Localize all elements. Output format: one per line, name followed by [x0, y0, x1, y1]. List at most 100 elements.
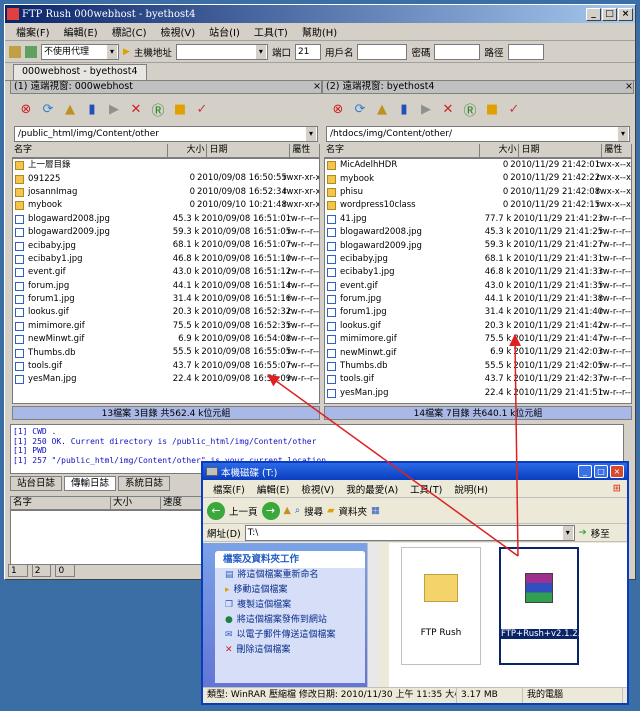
user-input[interactable]: [357, 43, 408, 60]
file-row[interactable]: wordpress10class 0 2010/11/29 21:42:15 rwx-…: [325, 199, 631, 212]
file-row[interactable]: forum1.jpg 31.4 k 2010/09/08 16:51:16 rw-r-…: [13, 293, 319, 306]
task-move[interactable]: ▸ 移動這個檔案: [215, 583, 365, 598]
file-row[interactable]: blogaward2009.jpg 59.3 k 2010/09/08 16:51:…: [13, 226, 319, 239]
menu-tools[interactable]: 工具(T): [247, 24, 295, 39]
maximize-button[interactable]: □: [602, 7, 617, 21]
col-name[interactable]: 名字: [324, 144, 480, 157]
file-row[interactable]: lookus.gif 20.3 k 2010/11/29 21:41:42 rw-r-…: [325, 320, 631, 333]
file-row[interactable]: tools.gif 43.7 k 2010/11/29 21:42:37 rw-r--…: [325, 373, 631, 386]
maximize-button[interactable]: □: [594, 465, 608, 478]
menu-edit[interactable]: 編輯(E): [57, 24, 105, 39]
bookmark-icon[interactable]: ▮: [82, 99, 102, 119]
go-button[interactable]: 移至: [591, 526, 610, 540]
file-row[interactable]: 上一層目錄: [13, 159, 319, 172]
col-size[interactable]: 大小: [480, 144, 520, 157]
task-delete[interactable]: ✕ 刪除這個檔案: [215, 643, 365, 658]
file-row[interactable]: 091225 0 2010/09/08 16:50:55 rwxr-xr-x: [13, 172, 319, 185]
queue-icon[interactable]: ✓: [192, 99, 212, 119]
file-row[interactable]: MicAdelhHDR 0 2010/11/29 21:42:01 rwx-x--x: [325, 159, 631, 172]
col-size[interactable]: 大小: [168, 144, 208, 157]
file-row[interactable]: ecibaby1.jpg 46.8 k 2010/09/08 16:51:10 rw-…: [13, 253, 319, 266]
col-date[interactable]: 日期: [207, 144, 291, 157]
file-row[interactable]: event.gif 43.0 k 2010/11/29 21:41:35 rw-r--…: [325, 280, 631, 293]
right-path-input[interactable]: /htdocs/img/Content/other/: [326, 126, 630, 142]
port-input[interactable]: 21: [294, 43, 321, 60]
file-row[interactable]: event.gif 43.0 k 2010/09/08 16:51:12 rw-r--…: [13, 266, 319, 279]
file-row[interactable]: ecibaby.jpg 68.1 k 2010/11/29 21:41:31 rw-r…: [325, 253, 631, 266]
session-tab[interactable]: 000webhost - byethost4: [13, 64, 147, 80]
menu-favorites[interactable]: 我的最愛(A): [340, 482, 404, 496]
folder-item[interactable]: FTP Rush: [401, 547, 481, 665]
delete-icon[interactable]: ✕: [438, 99, 458, 119]
queue-col-speed[interactable]: 速度: [161, 497, 205, 509]
file-row[interactable]: tools.gif 43.7 k 2010/09/08 16:55:07 rw-r--…: [13, 360, 319, 373]
new-folder-icon[interactable]: ■: [170, 99, 190, 119]
tab-transfer-log[interactable]: 傳輸日誌: [64, 476, 117, 491]
proxy-select[interactable]: 不使用代理: [41, 43, 119, 60]
col-date[interactable]: 日期: [519, 144, 603, 157]
col-attr[interactable]: 屬性: [290, 144, 320, 157]
file-row[interactable]: mimimore.gif 75.5 k 2010/11/29 21:41:47 rw-…: [325, 333, 631, 346]
tab-system-log[interactable]: 系統日誌: [118, 476, 171, 491]
archive-item[interactable]: FTP+Rush+v2.1.2.7z: [499, 547, 590, 665]
search-button[interactable]: 搜尋: [304, 504, 323, 518]
file-row[interactable]: Thumbs.db 55.5 k 2010/09/08 16:55:05 rw-r--…: [13, 346, 319, 359]
disconnect-icon[interactable]: ⊗: [328, 99, 348, 119]
task-email[interactable]: ✉ 以電子郵件傳送這個檔案: [215, 628, 365, 643]
task-rename[interactable]: ▤ 將這個檔案重新命名: [215, 568, 365, 583]
panel-close-icon[interactable]: ×: [313, 81, 321, 93]
file-row[interactable]: ecibaby.jpg 68.1 k 2010/09/08 16:51:07 rw-r…: [13, 239, 319, 252]
address-input[interactable]: T:\: [244, 524, 575, 541]
site-icon[interactable]: [25, 45, 37, 58]
file-row[interactable]: yesMan.jpg 22.4 k 2010/11/29 21:41:51 rw-r-…: [325, 387, 631, 400]
transfer-icon[interactable]: ▶: [416, 99, 436, 119]
file-row[interactable]: mybook 0 2010/09/10 10:21:48 rwxr-xr-x: [13, 199, 319, 212]
panel-close-icon[interactable]: ×: [625, 81, 633, 93]
forward-icon[interactable]: →: [261, 501, 280, 520]
menu-edit[interactable]: 編輯(E): [251, 482, 295, 496]
minimize-button[interactable]: _: [586, 7, 601, 21]
task-publish[interactable]: ● 將這個檔案發佈到網站: [215, 613, 365, 628]
rename-icon[interactable]: Ⓡ: [460, 99, 480, 119]
transfer-icon[interactable]: ▶: [104, 99, 124, 119]
task-copy[interactable]: ❐ 複製這個檔案: [215, 598, 365, 613]
queue-icon[interactable]: ✓: [504, 99, 524, 119]
folder-up-icon[interactable]: ▲: [284, 505, 291, 516]
disconnect-icon[interactable]: ⊗: [16, 99, 36, 119]
folders-icon[interactable]: ▰: [327, 505, 334, 516]
menu-file[interactable]: 檔案(F): [207, 482, 251, 496]
col-name[interactable]: 名字: [12, 144, 168, 157]
path-input[interactable]: [507, 43, 544, 60]
file-row[interactable]: josannImag 0 2010/09/08 16:52:34 rwxr-xr-x: [13, 186, 319, 199]
menu-site[interactable]: 站台(I): [202, 24, 247, 39]
queue-col-name[interactable]: 名字: [11, 497, 111, 509]
pass-input[interactable]: [434, 43, 481, 60]
search-icon[interactable]: ⌕: [295, 505, 300, 516]
file-row[interactable]: newMinwt.gif 6.9 k 2010/11/29 21:42:03 rw-r…: [325, 346, 631, 359]
queue-col-size[interactable]: 大小: [111, 497, 161, 509]
file-row[interactable]: blogaward2009.jpg 59.3 k 2010/11/29 21:41:…: [325, 239, 631, 252]
left-path-input[interactable]: /public_html/img/Content/other: [14, 126, 318, 142]
menu-mark[interactable]: 標記(C): [105, 24, 154, 39]
file-row[interactable]: forum1.jpg 31.4 k 2010/11/29 21:41:40 rw-r-…: [325, 306, 631, 319]
close-button[interactable]: ×: [610, 465, 624, 478]
file-row[interactable]: blogaward2008.jpg 45.3 k 2010/09/08 16:51:…: [13, 213, 319, 226]
file-row[interactable]: mimimore.gif 75.5 k 2010/09/08 16:52:35 rw-…: [13, 320, 319, 333]
file-row[interactable]: 41.jpg 77.7 k 2010/11/29 21:41:23 rw-r--r--: [325, 213, 631, 226]
file-row[interactable]: phisu 0 2010/11/29 21:42:08 rwx-x--x: [325, 186, 631, 199]
task-scrollbar[interactable]: [367, 543, 379, 687]
menu-tools[interactable]: 工具(T): [404, 482, 448, 496]
refresh-icon[interactable]: ⟳: [350, 99, 370, 119]
go-icon[interactable]: ➔: [579, 527, 587, 538]
delete-icon[interactable]: ✕: [126, 99, 146, 119]
refresh-icon[interactable]: ⟳: [38, 99, 58, 119]
file-row[interactable]: blogaward2008.jpg 45.3 k 2010/11/29 21:41:…: [325, 226, 631, 239]
menu-view[interactable]: 檢視(V): [295, 482, 340, 496]
rename-icon[interactable]: Ⓡ: [148, 99, 168, 119]
file-row[interactable]: lookus.gif 20.3 k 2010/09/08 16:52:32 rw-r-…: [13, 306, 319, 319]
back-button[interactable]: 上一頁: [229, 504, 258, 518]
close-button[interactable]: ×: [618, 7, 633, 21]
tab-site-log[interactable]: 站台日誌: [10, 476, 63, 491]
file-row[interactable]: forum.jpg 44.1 k 2010/09/08 16:51:14 rw-r--…: [13, 280, 319, 293]
minimize-button[interactable]: _: [578, 465, 592, 478]
